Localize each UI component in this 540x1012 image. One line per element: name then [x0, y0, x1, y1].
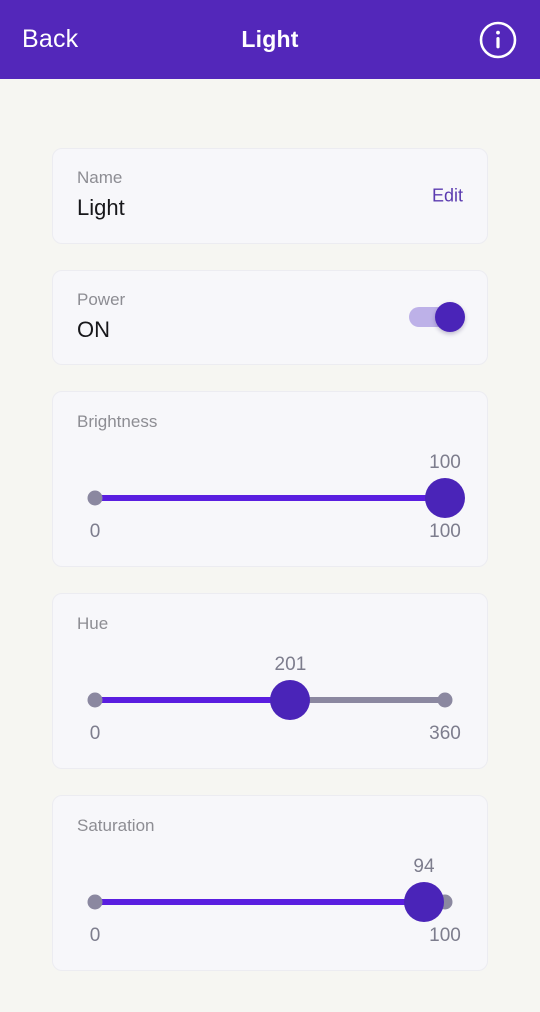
slider-min-dot	[87, 894, 103, 910]
page-title: Light	[241, 26, 299, 52]
power-card[interactable]: Power ON	[52, 269, 488, 366]
name-label: Name	[77, 168, 123, 187]
slider-value-label: 94	[413, 856, 435, 878]
power-toggle-thumb	[435, 302, 465, 333]
power-value: ON	[77, 316, 110, 342]
slider-max-label: 100	[429, 925, 461, 947]
info-circle-icon[interactable]	[478, 20, 518, 60]
settings-list: Name Light Edit Power ON Brightness 100 0 1…	[0, 148, 540, 972]
slider-title: Brightness	[77, 412, 158, 432]
slider-card-hue[interactable]: Hue 201 0 360	[52, 593, 488, 770]
slider-track-fill	[95, 899, 424, 906]
slider-track[interactable]	[87, 680, 453, 721]
slider-thumb[interactable]	[404, 882, 444, 923]
slider-value-label: 100	[429, 452, 461, 474]
app-header: Back Light	[0, 0, 540, 79]
power-toggle[interactable]	[409, 302, 465, 333]
edit-name-button[interactable]: Edit	[432, 185, 463, 206]
slider-thumb[interactable]	[270, 680, 311, 721]
slider-track-fill	[95, 697, 291, 704]
slider-track[interactable]	[87, 882, 453, 923]
header-actions	[478, 20, 518, 60]
slider-control[interactable]: 94 0 100	[87, 837, 461, 955]
name-value: Light	[77, 194, 125, 220]
slider-min-label: 0	[89, 723, 101, 745]
name-card[interactable]: Name Light Edit	[52, 148, 488, 244]
slider-thumb[interactable]	[425, 478, 465, 519]
slider-min-dot	[87, 490, 103, 506]
slider-title: Hue	[77, 614, 109, 634]
back-button[interactable]: Back	[22, 27, 78, 52]
slider-track[interactable]	[87, 478, 465, 519]
slider-control[interactable]: 100 0 100	[87, 433, 465, 551]
slider-min-label: 0	[89, 925, 101, 947]
slider-control[interactable]: 201 0 360	[87, 635, 461, 753]
slider-value-label: 201	[274, 654, 307, 676]
power-label: Power	[77, 289, 126, 309]
slider-track-fill	[95, 495, 445, 502]
slider-max-label: 360	[429, 723, 461, 745]
slider-min-dot	[87, 692, 103, 708]
slider-max-dot	[437, 692, 453, 708]
slider-max-label: 100	[429, 521, 461, 543]
slider-card-brightness[interactable]: Brightness 100 0 100	[52, 391, 488, 568]
slider-cards: Brightness 100 0 100 Hue 201 0 360 Saturation 94 0…	[52, 391, 488, 972]
slider-card-saturation[interactable]: Saturation 94 0 100	[52, 795, 488, 972]
slider-title: Saturation	[77, 816, 155, 836]
slider-min-label: 0	[89, 521, 101, 543]
